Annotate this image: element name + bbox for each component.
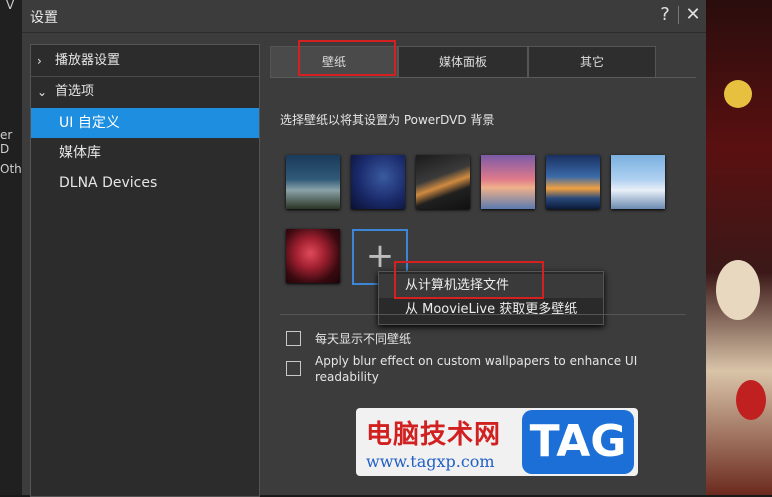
watermark-site-name: 电脑技术网 — [366, 420, 502, 450]
tab-underline — [270, 77, 696, 78]
wallpaper-thumb-sea-sunset[interactable] — [546, 155, 600, 209]
wallpaper-thumb-bridge[interactable] — [416, 155, 470, 209]
sidebar-item-label: DLNA Devices — [59, 175, 158, 191]
sidebar-item-label: UI 自定义 — [59, 115, 120, 131]
daily-wallpaper-checkbox[interactable] — [286, 331, 301, 346]
highlight-box-menu — [394, 261, 544, 299]
wallpaper-description: 选择壁纸以将其设置为 PowerDVD 背景 — [280, 113, 495, 127]
wallpaper-thumb-red-flower[interactable] — [286, 229, 340, 283]
bg-text-3: Oth — [0, 162, 22, 176]
wallpaper-thumb-starry-lake[interactable] — [286, 155, 340, 209]
settings-dialog: 设置 ? ✕ › 播放器设置 ⌄ 首选项 UI 自定义 媒体库 DLNA Dev… — [22, 0, 706, 497]
chevron-down-icon: ⌄ — [37, 85, 48, 99]
sidebar-item-preferences[interactable]: ⌄ 首选项 — [31, 78, 259, 106]
help-button[interactable]: ? — [652, 2, 678, 28]
daily-wallpaper-label: 每天显示不同壁纸 — [315, 332, 412, 346]
settings-sidebar: › 播放器设置 ⌄ 首选项 UI 自定义 媒体库 DLNA Devices — [30, 44, 260, 497]
tab-other[interactable]: 其它 — [528, 46, 656, 77]
menu-item-get-more-moovielive[interactable]: 从 MoovieLive 获取更多壁纸 — [379, 298, 603, 322]
highlight-box-tab — [298, 40, 396, 76]
blur-effect-checkbox[interactable] — [286, 361, 301, 376]
sidebar-item-label: 首选项 — [55, 84, 95, 99]
chevron-right-icon: › — [37, 54, 42, 68]
blur-effect-label-line2: readability — [315, 370, 379, 384]
bg-text-1: V — [6, 0, 15, 12]
close-button[interactable]: ✕ — [680, 2, 706, 28]
section-divider — [280, 314, 686, 315]
blur-effect-label-line1: Apply blur effect on custom wallpapers t… — [315, 354, 638, 368]
watermark-tag-logo: TAG — [522, 410, 634, 474]
title-bar: 设置 ? ✕ — [22, 0, 706, 33]
dialog-title: 设置 — [30, 10, 58, 26]
sidebar-item-player-settings[interactable]: › 播放器设置 — [31, 47, 259, 75]
sidebar-item-label: 播放器设置 — [55, 53, 121, 68]
sidebar-item-label: 媒体库 — [59, 145, 101, 161]
sidebar-item-dlna-devices[interactable]: DLNA Devices — [31, 169, 259, 197]
sidebar-divider — [31, 76, 259, 77]
wallpaper-thumb-pink-sunset[interactable] — [481, 155, 535, 209]
sidebar-item-media-library[interactable]: 媒体库 — [31, 139, 259, 167]
background-app-right-image — [706, 0, 772, 495]
wallpaper-thumb-snow-mountain[interactable] — [611, 155, 665, 209]
site-watermark: 电脑技术网 www.tagxp.com TAG — [356, 408, 638, 476]
sidebar-item-ui-customization[interactable]: UI 自定义 — [31, 108, 259, 138]
menu-item-label: 从 MoovieLive 获取更多壁纸 — [405, 302, 578, 317]
tab-media-panel[interactable]: 媒体面板 — [398, 46, 528, 77]
background-app-left: V er D Oth — [0, 0, 22, 495]
watermark-url: www.tagxp.com — [366, 452, 495, 471]
bg-text-2: er D — [0, 128, 13, 156]
wallpaper-thumb-night-sky[interactable] — [351, 155, 405, 209]
title-separator — [678, 6, 679, 24]
